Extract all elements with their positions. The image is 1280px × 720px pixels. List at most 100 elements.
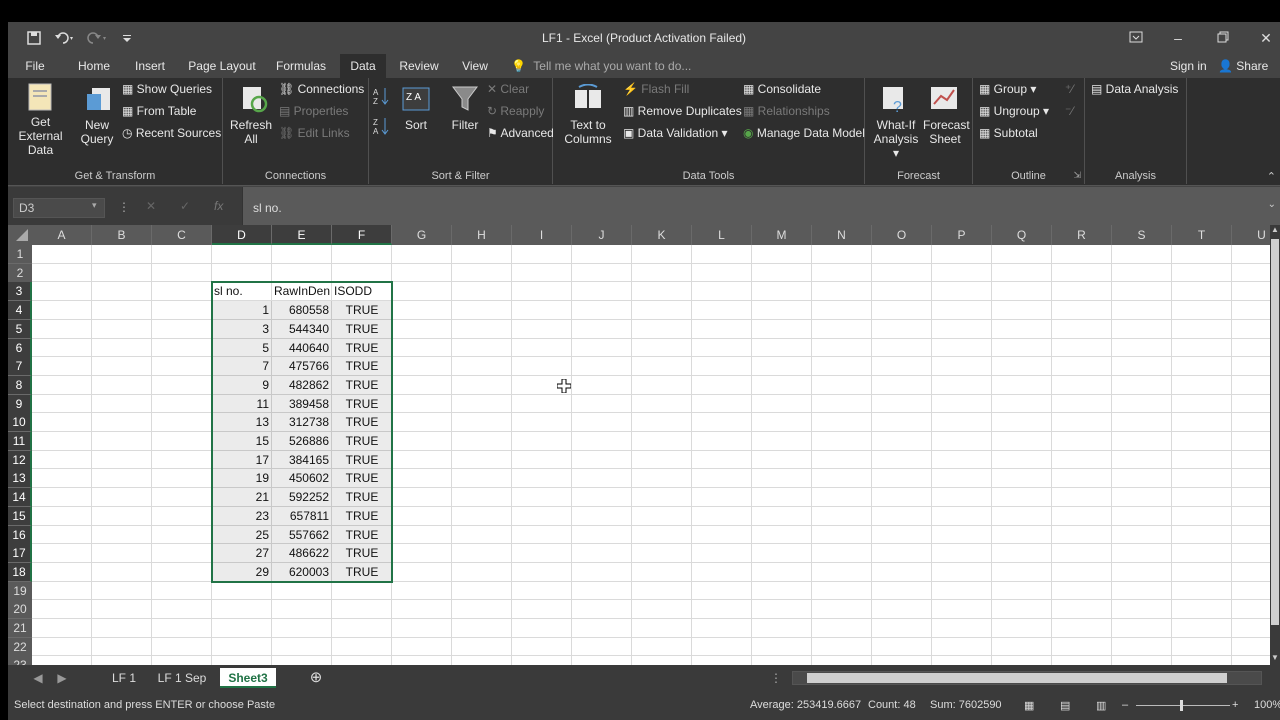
relationships-button[interactable]: ▦ Relationships xyxy=(743,104,830,118)
row-header-21[interactable]: 21 xyxy=(8,619,32,638)
column-header-f[interactable]: F xyxy=(332,225,392,245)
sheet-tab-sheet3[interactable]: Sheet3 xyxy=(220,668,276,688)
manage-data-model-button[interactable]: ◉ Manage Data Model xyxy=(743,126,865,140)
refresh-all-icon[interactable] xyxy=(239,84,269,117)
column-header-q[interactable]: Q xyxy=(992,225,1052,245)
column-header-g[interactable]: G xyxy=(392,225,452,245)
group-button[interactable]: ▦ Group ▾ xyxy=(979,82,1036,96)
expand-formula-bar-icon[interactable]: ⌄ xyxy=(1268,199,1276,210)
row-header-7[interactable]: 7 xyxy=(8,357,32,377)
text-to-columns-button[interactable]: Text to Columns xyxy=(563,118,613,146)
tab-split-handle[interactable]: ⋮ xyxy=(770,668,782,688)
scroll-up-icon[interactable]: ▲ xyxy=(1271,225,1279,237)
forecast-sheet-icon[interactable] xyxy=(929,84,959,117)
column-header-u[interactable]: U xyxy=(1232,225,1270,245)
row-header-12[interactable]: 12 xyxy=(8,450,32,470)
column-header-c[interactable]: C xyxy=(152,225,212,245)
consolidate-button[interactable]: ▦ Consolidate xyxy=(743,82,821,96)
reapply-button[interactable]: ↻ Reapply xyxy=(487,104,544,118)
row-header-3[interactable]: 3 xyxy=(8,282,32,302)
cancel-icon[interactable]: ✕ xyxy=(146,199,156,213)
row-header-16[interactable]: 16 xyxy=(8,525,32,545)
row-header-11[interactable]: 11 xyxy=(8,432,32,451)
subtotal-button[interactable]: ▦ Subtotal xyxy=(979,126,1038,140)
filter-button[interactable]: Filter xyxy=(445,118,485,132)
vertical-scrollbar[interactable]: ▲ ▼ xyxy=(1270,225,1280,665)
outline-launcher-icon[interactable]: ⇲ xyxy=(1073,170,1081,181)
sort-za-icon[interactable]: ZA xyxy=(373,116,391,139)
column-header-e[interactable]: E xyxy=(272,225,332,245)
select-all-button[interactable] xyxy=(8,225,32,245)
column-header-h[interactable]: H xyxy=(452,225,512,245)
name-box-dropdown-icon[interactable]: ▾ xyxy=(92,200,97,211)
page-layout-view-icon[interactable]: ▤ xyxy=(1060,699,1070,712)
column-header-n[interactable]: N xyxy=(812,225,872,245)
show-queries-button[interactable]: ▦ Show Queries xyxy=(122,82,212,96)
row-header-6[interactable]: 6 xyxy=(8,338,32,358)
properties-button[interactable]: ▤ Properties xyxy=(279,104,348,118)
row-header-23[interactable]: 23 xyxy=(8,656,32,665)
vertical-scroll-thumb[interactable] xyxy=(1271,239,1279,625)
data-validation-button[interactable]: ▣ Data Validation ▾ xyxy=(623,126,728,140)
row-header-1[interactable]: 1 xyxy=(8,245,32,264)
horizontal-scroll-thumb[interactable] xyxy=(807,673,1227,683)
scroll-down-icon[interactable]: ▼ xyxy=(1271,653,1279,665)
sheet-tab-lf1[interactable]: LF 1 xyxy=(104,668,144,688)
refresh-all-button[interactable]: Refresh All xyxy=(229,118,273,146)
get-external-data-button[interactable]: Get External Data xyxy=(8,115,73,157)
get-external-data-icon[interactable] xyxy=(26,82,54,115)
column-header-k[interactable]: K xyxy=(632,225,692,245)
next-sheet-icon[interactable]: ▶ xyxy=(54,668,70,688)
sort-button[interactable]: Sort xyxy=(399,118,433,132)
row-header-20[interactable]: 20 xyxy=(8,600,32,620)
flash-fill-button[interactable]: ⚡ Flash Fill xyxy=(623,82,689,96)
forecast-sheet-button[interactable]: Forecast Sheet xyxy=(923,118,970,146)
data-analysis-button[interactable]: ▤ Data Analysis xyxy=(1091,82,1178,96)
row-header-10[interactable]: 10 xyxy=(8,413,32,433)
row-header-2[interactable]: 2 xyxy=(8,263,32,283)
tab-file[interactable]: File xyxy=(16,54,54,78)
row-header-14[interactable]: 14 xyxy=(8,488,32,508)
what-if-analysis-icon[interactable]: ? xyxy=(881,84,909,117)
tab-review[interactable]: Review xyxy=(392,54,446,78)
tab-data[interactable]: Data xyxy=(340,54,386,78)
prev-sheet-icon[interactable]: ◀ xyxy=(30,668,46,688)
column-header-j[interactable]: J xyxy=(572,225,632,245)
column-header-r[interactable]: R xyxy=(1052,225,1112,245)
from-table-button[interactable]: ▦ From Table xyxy=(122,104,196,118)
row-header-18[interactable]: 18 xyxy=(8,562,32,582)
column-header-l[interactable]: L xyxy=(692,225,752,245)
zoom-slider-thumb[interactable] xyxy=(1180,700,1183,711)
page-break-view-icon[interactable]: ▥ xyxy=(1096,699,1106,712)
zoom-in-icon[interactable]: + xyxy=(1232,699,1238,711)
sheet-tab-lf1-sep[interactable]: LF 1 Sep xyxy=(152,668,212,688)
row-header-13[interactable]: 13 xyxy=(8,469,32,489)
filter-icon[interactable] xyxy=(451,84,479,117)
collapse-ribbon-icon[interactable]: ⌃ xyxy=(1267,170,1276,183)
horizontal-scrollbar[interactable] xyxy=(792,671,1262,685)
new-sheet-icon[interactable]: ⊕ xyxy=(306,668,326,688)
zoom-slider[interactable] xyxy=(1136,705,1230,706)
zoom-out-icon[interactable]: – xyxy=(1122,699,1128,711)
column-header-d[interactable]: D xyxy=(212,225,272,245)
column-header-a[interactable]: A xyxy=(32,225,92,245)
ribbon-display-options-icon[interactable] xyxy=(1126,28,1146,48)
column-header-o[interactable]: O xyxy=(872,225,932,245)
column-header-b[interactable]: B xyxy=(92,225,152,245)
formula-bar-menu-icon[interactable]: ⋮ xyxy=(118,200,130,214)
tab-home[interactable]: Home xyxy=(72,54,116,78)
row-header-5[interactable]: 5 xyxy=(8,319,32,339)
tell-me-search[interactable]: 💡 Tell me what you want to do... xyxy=(511,54,691,78)
recent-sources-button[interactable]: ◷ Recent Sources xyxy=(122,126,221,140)
new-query-button[interactable]: New Query xyxy=(76,118,118,146)
tab-insert[interactable]: Insert xyxy=(128,54,172,78)
row-header-4[interactable]: 4 xyxy=(8,301,32,321)
row-header-9[interactable]: 9 xyxy=(8,394,32,414)
close-icon[interactable]: ✕ xyxy=(1256,28,1276,48)
restore-icon[interactable] xyxy=(1213,28,1233,48)
hide-detail-icon[interactable]: ⁻⁄ xyxy=(1065,104,1073,118)
remove-duplicates-button[interactable]: ▥ Remove Duplicates xyxy=(623,104,742,118)
new-query-icon[interactable] xyxy=(84,84,114,117)
text-to-columns-icon[interactable] xyxy=(573,83,603,117)
sort-az-icon[interactable]: AZ xyxy=(373,86,391,109)
